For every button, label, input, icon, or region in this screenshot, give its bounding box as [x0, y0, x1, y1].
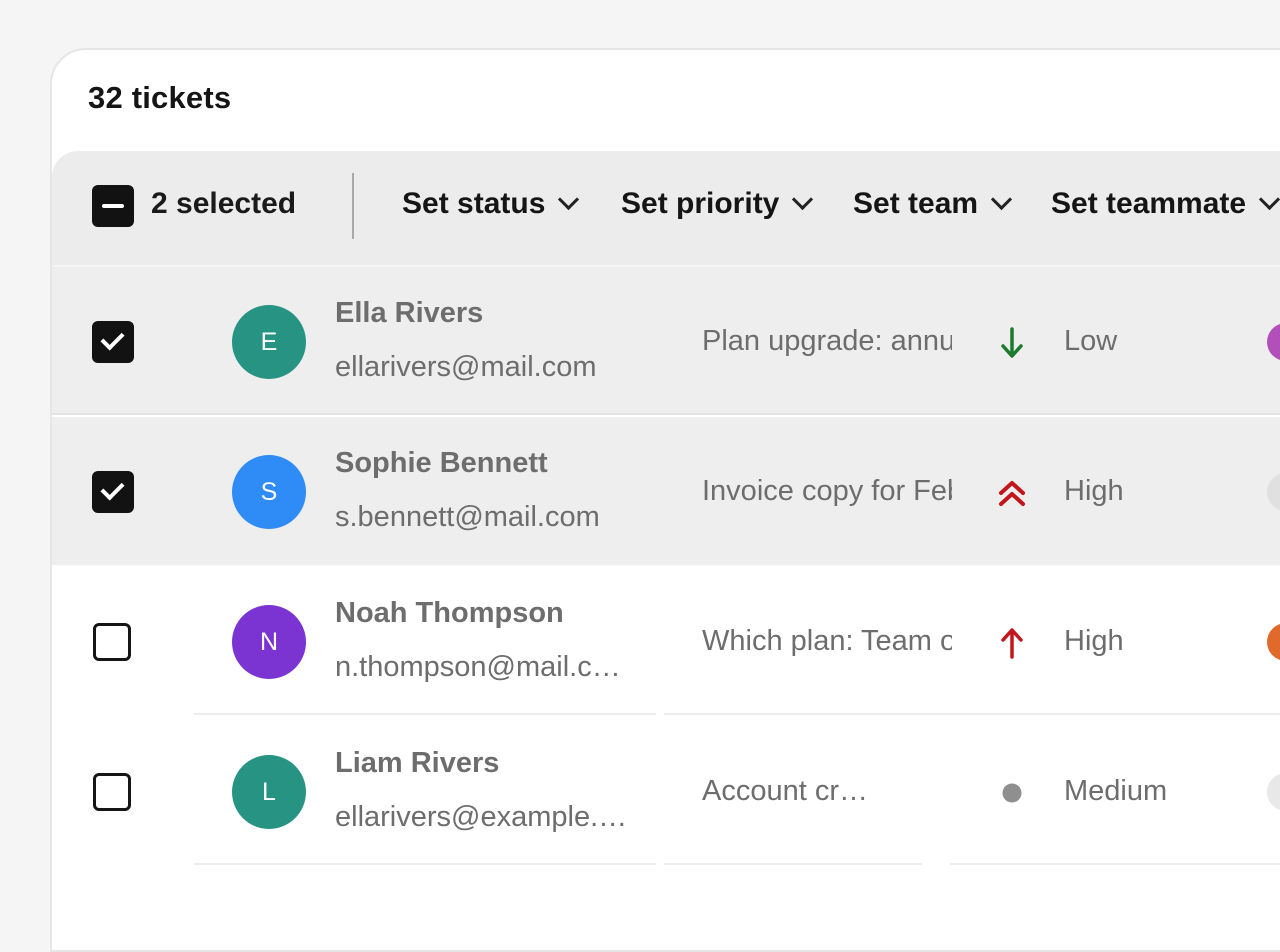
customer-email: ellarivers@mail.com	[335, 351, 597, 383]
assignee-avatar[interactable]	[1267, 473, 1280, 511]
table-row[interactable]: N Noah Thompson n.thompson@mail.com Whic…	[52, 567, 1280, 715]
chevron-down-icon	[1258, 188, 1280, 211]
dot-icon	[1002, 783, 1022, 803]
row-checkbox[interactable]	[92, 471, 134, 513]
priority-label: High	[1064, 625, 1124, 657]
avatar: N	[232, 605, 306, 679]
ticket-subject: Invoice copy for February	[702, 475, 952, 507]
chevron-down-icon	[558, 188, 580, 211]
row-checkbox[interactable]	[93, 623, 131, 661]
selected-count: 2 selected	[151, 187, 297, 220]
table-row[interactable]: S Sophie Bennett s.bennett@mail.com Invo…	[52, 417, 1280, 565]
row-divider	[194, 863, 656, 865]
row-checkbox[interactable]	[93, 773, 131, 811]
customer-name: Sophie Bennett	[335, 447, 548, 479]
set-priority-button[interactable]: Set priority	[621, 187, 814, 221]
set-team-button[interactable]: Set team	[853, 187, 1013, 221]
priority-label: Low	[1064, 325, 1118, 357]
row-divider	[664, 863, 922, 865]
avatar: S	[232, 455, 306, 529]
double-chevron-up-icon	[999, 481, 1025, 506]
customer-email: ellarivers@example.com	[335, 801, 630, 833]
bulk-action-bar: 2 selected Set status Set priority Set t…	[52, 151, 1280, 267]
customer-name: Liam Rivers	[335, 747, 500, 779]
table-row[interactable]: L Liam Rivers ellarivers@example.com Acc…	[52, 717, 1280, 865]
ticket-subject: Which plan: Team or Pro	[702, 625, 952, 657]
row-divider	[664, 713, 950, 715]
row-checkbox[interactable]	[92, 321, 134, 363]
avatar: E	[232, 305, 306, 379]
ticket-count: 32 tickets	[88, 80, 232, 115]
arrow-up-icon	[1001, 628, 1023, 659]
avatar: L	[232, 755, 306, 829]
set-status-button[interactable]: Set status	[402, 187, 580, 221]
customer-email: s.bennett@mail.com	[335, 501, 600, 533]
assignee-avatar[interactable]	[1267, 323, 1280, 361]
row-divider	[950, 863, 1280, 865]
divider	[352, 173, 354, 239]
select-all-checkbox[interactable]	[92, 185, 134, 227]
table-row[interactable]: E Ella Rivers ellarivers@mail.com Plan u…	[52, 267, 1280, 415]
tickets-panel: 32 tickets 2 selected Set status Set pri…	[50, 48, 1280, 952]
customer-name: Noah Thompson	[335, 597, 564, 629]
row-divider	[52, 413, 1280, 415]
assignee-avatar[interactable]	[1267, 623, 1280, 661]
assignee-avatar[interactable]	[1267, 773, 1280, 811]
arrow-down-icon	[1001, 327, 1023, 358]
customer-email: n.thompson@mail.com	[335, 651, 630, 683]
row-divider	[950, 713, 1280, 715]
customer-name: Ella Rivers	[335, 297, 484, 329]
ticket-subject: Plan upgrade: annual	[702, 325, 952, 357]
priority-label: Medium	[1064, 775, 1168, 807]
chevron-down-icon	[792, 188, 814, 211]
priority-label: High	[1064, 475, 1124, 507]
ticket-subject: Account creation	[702, 775, 884, 807]
chevron-down-icon	[990, 188, 1013, 211]
set-teammate-button[interactable]: Set teammate	[1051, 187, 1280, 221]
row-divider	[194, 713, 656, 715]
